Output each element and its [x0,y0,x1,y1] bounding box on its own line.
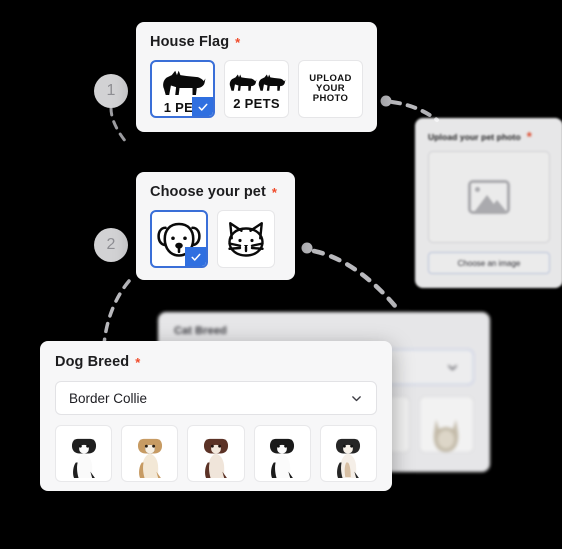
dog-breed-label: Dog Breed [55,354,130,370]
check-icon [191,253,200,261]
choose-pet-label: Choose your pet [150,184,266,200]
one-dog-silhouette-icon [162,70,205,96]
choose-image-label: Choose an image [457,258,521,268]
dog-breed-select[interactable]: Border Collie [55,381,377,415]
step-badge-1: 1 [94,74,128,108]
option-label: UPLOAD YOUR PHOTO [309,73,352,104]
house-flag-label: House Flag [150,34,230,50]
required-asterisk: * [271,184,278,200]
photo-dropzone[interactable] [428,151,550,243]
cat-thumbnail[interactable] [418,396,474,453]
dog-breed-card: Dog Breed * Border Collie [40,341,392,491]
image-placeholder-hill [488,200,506,211]
selected-check-badge [192,97,214,116]
choose-your-pet-card: Choose your pet * [136,172,295,280]
house-flag-card: House Flag * 1 PET 2 PETS UPLOAD YOUR PH… [136,22,377,132]
choose-pet-options [150,210,281,268]
cat-breed-label: Cat Breed [174,325,227,337]
dog-breed-selected-value: Border Collie [69,390,148,406]
upload-photo-label: Upload your pet photo [428,131,521,142]
house-flag-options: 1 PET 2 PETS UPLOAD YOUR PHOTO [150,60,363,118]
dog-thumbnail[interactable] [121,425,179,482]
house-flag-option-2-pets[interactable]: 2 PETS [224,60,290,118]
house-flag-title: House Flag * [150,34,363,50]
upload-pet-photo-card: Upload your pet photo * Choose an image [415,118,562,288]
dog-thumbnail[interactable] [319,425,378,482]
two-dogs-silhouette-icon [229,74,285,91]
selected-check-badge [185,247,206,266]
step-number: 2 [106,236,116,253]
dog-breed-thumbnails [55,425,378,482]
house-flag-option-1-pet[interactable]: 1 PET [150,60,216,118]
border-collie-tricolor [336,438,361,478]
choose-pet-title: Choose your pet * [150,184,281,200]
cat-photo-2 [433,419,459,452]
step-badge-2: 2 [94,228,128,262]
border-collie-black-white-2 [270,438,295,478]
required-asterisk: * [135,354,141,370]
cat-face-outline-icon [228,222,264,257]
required-asterisk: * [526,129,532,144]
dog-thumbnail[interactable] [253,425,311,482]
dog-breed-title: Dog Breed * [55,354,377,370]
dog-thumbnail[interactable] [55,425,113,482]
check-icon [198,103,208,111]
chevron-down-icon [448,364,457,370]
house-flag-option-upload[interactable]: UPLOAD YOUR PHOTO [298,60,363,118]
choose-pet-option-dog[interactable] [150,210,208,268]
dog-thumbnail[interactable] [187,425,245,482]
image-placeholder-icon [468,180,510,214]
cat-breed-title: Cat Breed [174,325,474,337]
border-collie-tan-white [137,438,162,478]
border-collie-black-white [71,438,96,478]
required-asterisk: * [235,34,241,50]
chevron-down-icon [352,395,361,401]
border-collie-brown-white [203,438,229,478]
step-number: 1 [106,82,116,99]
option-label: 2 PETS [233,96,280,112]
choose-an-image-button[interactable]: Choose an image [428,252,550,274]
upload-photo-title: Upload your pet photo * [428,130,550,143]
choose-pet-option-cat[interactable] [217,210,275,268]
composition-stage: 1 2 House Flag * 1 PET 2 PETS UPLOAD YOU… [0,0,562,549]
